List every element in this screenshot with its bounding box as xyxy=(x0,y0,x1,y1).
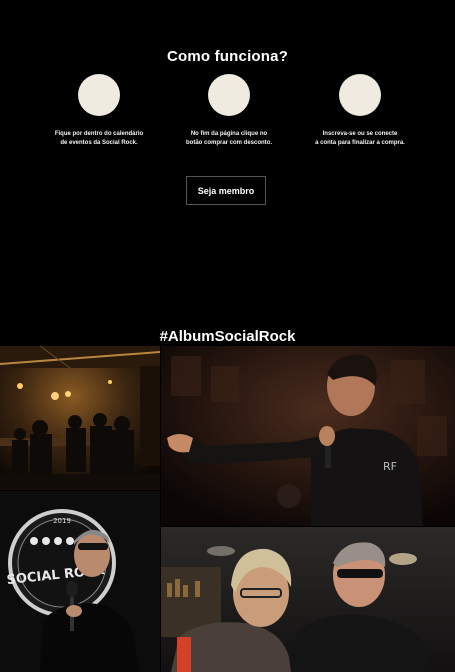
step-1-circle xyxy=(78,74,120,116)
step-2-circle xyxy=(208,74,250,116)
step-2-line1: No fim da página clique no xyxy=(190,131,268,137)
step-2: No fim da página clique no botão comprar… xyxy=(154,74,304,148)
album-title: #AlbumSocialRock xyxy=(159,328,296,346)
step-3-text: Inscreva-se ou se conecte a conta para f… xyxy=(285,130,435,148)
become-member-button[interactable]: Seja membro xyxy=(186,176,266,205)
photo-two-men-image xyxy=(161,527,455,672)
step-3-line1: Inscreva-se ou se conecte xyxy=(322,131,398,137)
step-1-line2: de eventos da Social Rock. xyxy=(60,140,138,146)
photo-two-men[interactable] xyxy=(161,527,455,672)
step-1-line1: Fique por dentro do calendário xyxy=(54,131,144,137)
photo-comedian-image: RF xyxy=(161,346,455,526)
step-2-text: No fim da página clique no botão comprar… xyxy=(154,130,304,148)
photo-singer-logo[interactable]: 2019 SOCIAL ROCK xyxy=(0,491,160,672)
photo-singer-image: 2019 SOCIAL ROCK xyxy=(0,491,160,672)
step-3-line2: a conta para finalizar a compra. xyxy=(315,140,405,146)
photo-comedian-microphone[interactable]: RF xyxy=(161,346,455,526)
step-3-circle xyxy=(339,74,381,116)
photo-bar-crowd[interactable] xyxy=(0,346,160,490)
step-3: Inscreva-se ou se conecte a conta para f… xyxy=(285,74,435,148)
photo-bar-crowd-image xyxy=(0,346,160,490)
step-2-line2: botão comprar com desconto. xyxy=(185,140,272,146)
logo-year: 2019 xyxy=(53,517,71,525)
how-it-works-title: Como funciona? xyxy=(166,48,289,66)
step-1: Fique por dentro do calendário de evento… xyxy=(24,74,174,148)
svg-text:RF: RF xyxy=(383,460,397,473)
step-1-text: Fique por dentro do calendário de evento… xyxy=(24,130,174,148)
